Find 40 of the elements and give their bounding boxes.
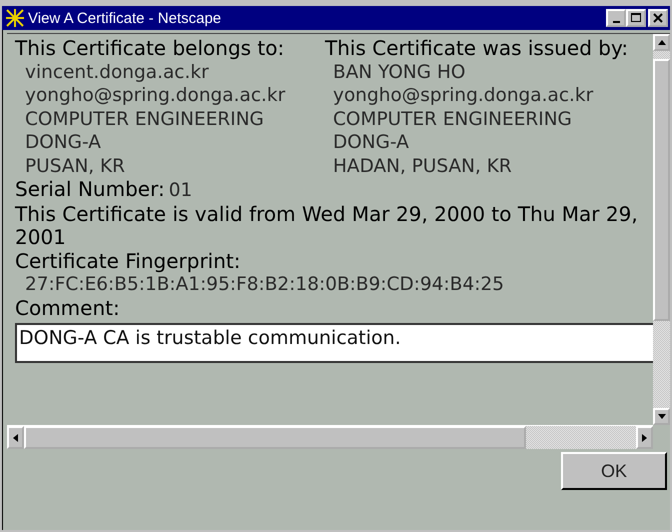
owner-detail: DONG-A: [24, 131, 102, 154]
close-icon: [653, 13, 663, 23]
scroll-left-button[interactable]: [7, 426, 24, 449]
close-button[interactable]: [648, 9, 668, 27]
up-arrow-icon: [658, 40, 666, 45]
scroll-right-button[interactable]: [636, 426, 653, 449]
comment-label: Comment:: [15, 296, 121, 320]
issuer-heading: This Certificate was issued by:: [325, 37, 630, 60]
issuer-detail: BAN YONG HO: [332, 60, 466, 84]
comment-field[interactable]: DONG-A CA is trustable communication.: [15, 323, 653, 363]
issuer-detail: HADAN, PUSAN, KR: [332, 154, 513, 178]
horizontal-scrollbar[interactable]: [7, 425, 653, 449]
minimize-icon: [612, 21, 620, 23]
ok-button[interactable]: OK: [561, 452, 667, 490]
validity-text: This Certificate is valid from Wed Mar 29, 2000 to Thu Mar 29, 2001: [15, 202, 639, 250]
owner-heading: This Certificate belongs to:: [15, 37, 286, 60]
scroll-thumb[interactable]: [653, 59, 670, 321]
maximize-button[interactable]: [626, 9, 646, 27]
owner-detail: COMPUTER ENGINEERING: [24, 108, 265, 131]
maximize-icon: [631, 13, 641, 23]
owner-detail: yongho@spring.donga.ac.kr: [24, 84, 286, 108]
star-icon: [6, 9, 24, 27]
issuer-detail: DONG-A: [332, 131, 410, 154]
fingerprint-value: 27:FC:E6:B5:1B:A1:95:F8:B2:18:0B:B9:CD:94:B4:25: [24, 273, 505, 296]
scroll-down-button[interactable]: [653, 408, 670, 425]
vertical-scrollbar[interactable]: [653, 34, 670, 425]
left-arrow-icon: [13, 434, 18, 442]
owner-detail: vincent.donga.ac.kr: [24, 60, 210, 84]
fingerprint-label: Certificate Fingerprint:: [15, 250, 242, 273]
down-arrow-icon: [658, 414, 666, 419]
right-arrow-icon: [642, 434, 647, 442]
issuer-detail: yongho@spring.donga.ac.kr: [332, 84, 594, 108]
scroll-thumb[interactable]: [24, 426, 526, 449]
minimize-button[interactable]: [606, 9, 626, 27]
scroll-up-button[interactable]: [653, 34, 670, 51]
window-title: View A Certificate - Netscape: [28, 10, 222, 26]
serial-value: 01: [168, 179, 192, 202]
serial-label: Serial Number:: [15, 178, 165, 202]
owner-detail: PUSAN, KR: [24, 154, 126, 178]
issuer-detail: COMPUTER ENGINEERING: [332, 108, 573, 131]
